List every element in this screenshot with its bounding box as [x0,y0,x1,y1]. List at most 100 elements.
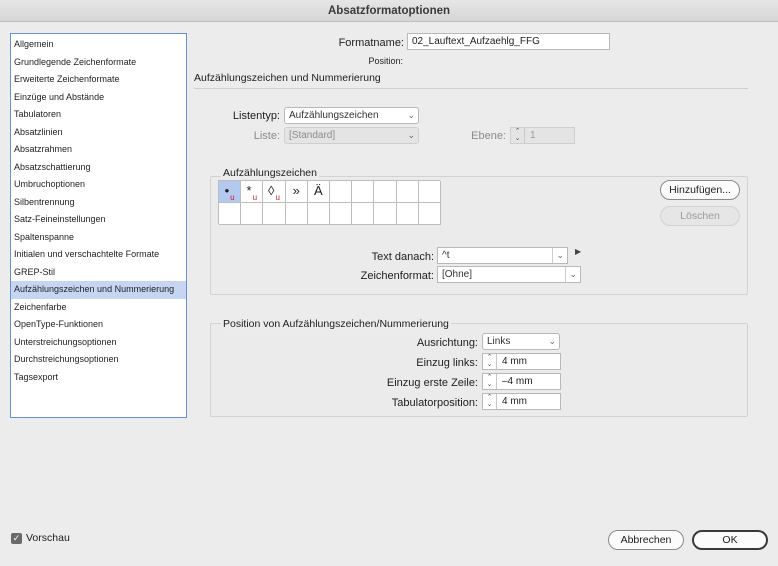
bullet-font-marker: u [252,192,258,202]
indent-first-value: –4 mm [502,376,533,387]
bullet-glyph: Ä [314,183,323,198]
bullet-glyph-cell[interactable] [307,203,330,225]
chevron-down-icon: ⌄ [407,110,415,120]
window-title: Absatzformatoptionen [0,0,778,22]
position-group [210,323,748,417]
bullet-glyph-cell[interactable] [374,203,397,225]
bullet-glyph-cell[interactable] [285,203,308,225]
sidebar-item[interactable]: Erweiterte Zeichenformate [11,71,186,89]
listentyp-label: Listentyp: [232,110,280,122]
char-format-label: Zeichenformat: [360,270,434,282]
char-format-select[interactable]: [Ohne] ⌄ [437,266,581,283]
sidebar-item[interactable]: Allgemein [11,36,186,54]
ebene-label: Ebene: [471,130,506,142]
section-divider [194,88,748,89]
section-title: Aufzählungszeichen und Nummerierung [194,72,381,84]
bullet-glyph: • [224,183,230,198]
bullets-group-title: Aufzählungszeichen [221,167,319,179]
sidebar-item[interactable]: Tagsexport [11,369,186,387]
sidebar-item[interactable]: Einzüge und Abstände [11,89,186,107]
liste-select[interactable]: [Standard] ⌄ [284,127,419,144]
stepper-arrows-icon[interactable]: ⌃ ⌄ [483,354,497,369]
alignment-value: Links [487,336,511,347]
indent-left-value: 4 mm [502,356,527,367]
bullet-glyph-cell[interactable] [219,203,242,225]
text-after-label: Text danach: [371,251,434,263]
ebene-stepper[interactable]: ⌃ ⌄ 1 [510,127,575,144]
sidebar-item[interactable]: Zeichenfarbe [11,299,186,317]
bullet-glyph-grid[interactable]: •u *u ◊u» Ä [218,180,441,225]
sidebar-item[interactable]: GREP-Stil [11,264,186,282]
text-after-value: ^t [442,250,450,261]
bullet-glyph-cell[interactable]: ◊u [263,181,286,203]
bullet-glyph-cell[interactable]: *u [241,181,264,203]
stepper-arrows-icon[interactable]: ⌃ ⌄ [483,394,497,409]
tab-position-value: 4 mm [502,396,527,407]
chevron-down-icon: ⌄ [407,130,415,140]
sidebar-item[interactable]: Initialen und verschachtelte Formate [11,246,186,264]
sidebar-item[interactable]: Absatzrahmen [11,141,186,159]
tab-position-stepper[interactable]: ⌃ ⌄ 4 mm [482,393,561,410]
bullet-glyph: » [292,183,300,198]
listentyp-value: Aufzählungszeichen [289,110,379,121]
indent-left-stepper[interactable]: ⌃ ⌄ 4 mm [482,353,561,370]
cancel-button[interactable]: Abbrechen [608,530,684,550]
sidebar-item[interactable]: OpenType-Funktionen [11,316,186,334]
bullet-glyph-cell[interactable] [263,203,286,225]
bullet-glyph-cell[interactable]: Ä [307,181,330,203]
ok-button[interactable]: OK [692,530,768,550]
bullet-glyph-cell[interactable]: » [285,181,308,203]
position-group-title: Position von Aufzählungszeichen/Nummerie… [221,318,451,330]
bullet-glyph: ◊ [268,183,275,198]
bullet-font-marker: u [230,192,235,202]
formatname-label: Formatname: [338,37,404,49]
chevron-down-icon[interactable]: ⌄ [552,248,564,263]
ebene-value: 1 [530,130,536,141]
alignment-label: Ausrichtung: [416,337,478,349]
special-chars-arrow-icon[interactable]: ▶ [575,247,581,256]
sidebar-item[interactable]: Absatzlinien [11,124,186,142]
bullet-glyph-cell[interactable] [330,203,353,225]
bullet-glyph-cell[interactable] [374,181,397,203]
bullet-glyph-cell[interactable] [396,203,419,225]
bullet-glyph-cell[interactable] [418,181,441,203]
preview-checkbox[interactable]: ✓ [11,533,22,544]
sidebar-item[interactable]: Aufzählungszeichen und Nummerierung [11,281,186,299]
preview-label[interactable]: Vorschau [26,532,70,544]
sidebar-item[interactable]: Silbentrennung [11,194,186,212]
stepper-arrows-icon[interactable]: ⌃ ⌄ [483,374,497,389]
bullet-glyph-cell[interactable] [352,203,375,225]
sidebar-item[interactable]: Satz-Feineinstellungen [11,211,186,229]
sidebar-item[interactable]: Spaltenspanne [11,229,186,247]
alignment-select[interactable]: Links ⌄ [482,333,560,350]
bullet-glyph-cell[interactable] [396,181,419,203]
indent-first-stepper[interactable]: ⌃ ⌄ –4 mm [482,373,561,390]
listentyp-select[interactable]: Aufzählungszeichen ⌄ [284,107,419,124]
sidebar-item[interactable]: Grundlegende Zeichenformate [11,54,186,72]
stepper-arrows-icon[interactable]: ⌃ ⌄ [511,128,525,143]
tab-position-label: Tabulatorposition: [391,397,478,409]
delete-button[interactable]: Löschen [660,206,740,226]
bullet-glyph-cell[interactable] [352,181,375,203]
sidebar-item[interactable]: Tabulatoren [11,106,186,124]
category-list[interactable]: Allgemein Grundlegende Zeichenformate Erwe… [10,33,187,418]
char-format-value: [Ohne] [442,269,473,280]
sidebar-item[interactable]: Absatzschattierung [11,159,186,177]
add-button[interactable]: Hinzufügen... [660,180,740,200]
sidebar-item[interactable]: Durchstreichungsoptionen [11,351,186,369]
text-after-input[interactable]: ^t ⌄ [437,247,568,264]
bullet-glyph-cell[interactable] [418,203,441,225]
bullet-glyph-cell[interactable] [241,203,264,225]
indent-first-label: Einzug erste Zeile: [386,377,478,389]
indent-left-label: Einzug links: [416,357,478,369]
liste-label: Liste: [253,130,280,142]
formatname-input[interactable]: 02_Lauftext_Aufzaehlg_FFG [407,33,610,50]
position-label: Position: [368,56,403,66]
liste-value: [Standard] [289,130,336,141]
sidebar-item[interactable]: Umbruchoptionen [11,176,186,194]
bullet-glyph-cell[interactable] [330,181,353,203]
checkmark-icon: ✓ [12,533,21,543]
sidebar-item[interactable]: Unterstreichungsoptionen [11,334,186,352]
bullet-glyph-cell[interactable]: •u [219,181,242,203]
bullet-font-marker: u [275,192,280,202]
